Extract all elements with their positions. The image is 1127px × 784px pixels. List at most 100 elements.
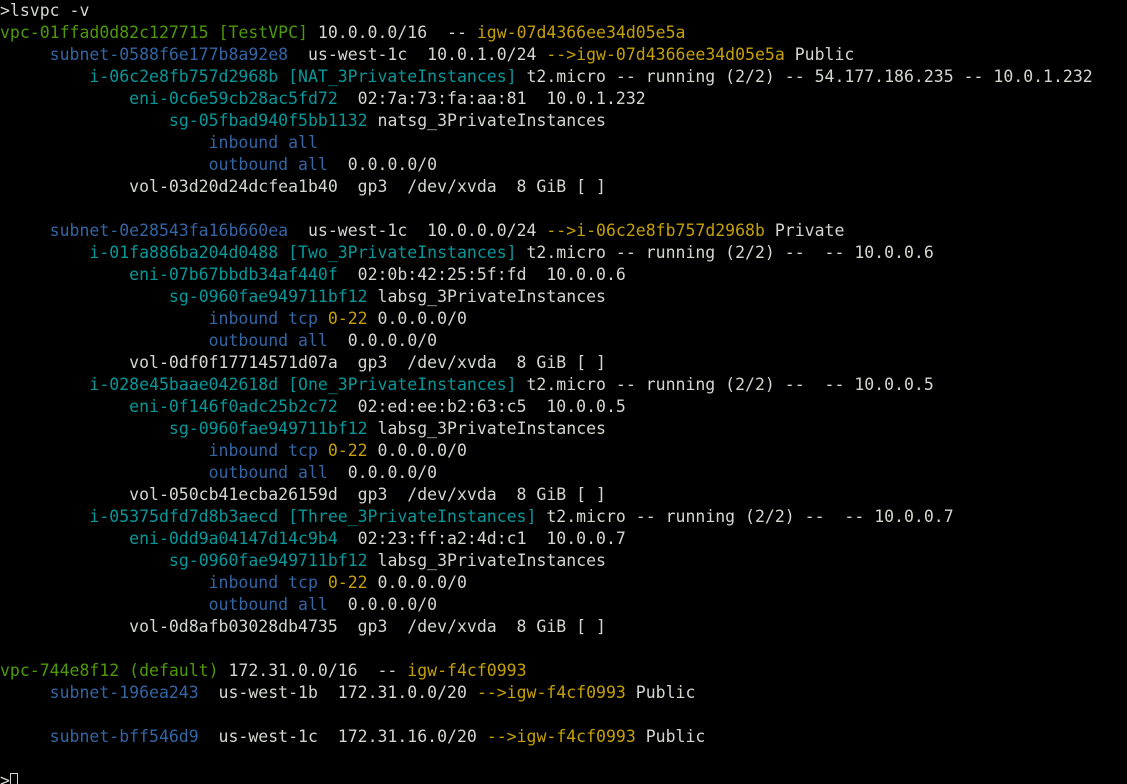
terminal-line: inbound tcp 0-22 0.0.0.0/0 [0, 440, 1127, 462]
terminal-text-segment: eni-0c6e59cb28ac5fd72 [129, 89, 338, 108]
terminal-text-segment: vpc-01ffad0d82c127715 [TestVPC] [0, 23, 308, 42]
terminal-text-segment: outbound all [208, 331, 328, 350]
terminal-line: subnet-0e28543fa16b660ea us-west-1c 10.0… [0, 220, 1127, 242]
terminal-line: inbound all [0, 132, 1127, 154]
terminal-text-segment: i-01fa886ba204d0488 [Two_3PrivateInstanc… [89, 243, 517, 262]
terminal-text-segment: 0.0.0.0/0 [367, 309, 467, 328]
terminal-text-segment: outbound all [208, 155, 328, 174]
terminal-text-segment: 172.31.0.0/16 -- [218, 661, 408, 680]
terminal-text-segment: vol-0df0f17714571d07a gp3 /dev/xvda 8 Gi… [0, 353, 606, 372]
terminal-line: subnet-196ea243 us-west-1b 172.31.0.0/20… [0, 682, 1127, 704]
terminal-text-segment: Public [625, 683, 696, 702]
cursor-block[interactable] [9, 773, 18, 784]
prompt-line[interactable]: > [0, 770, 1127, 784]
terminal-line: vol-050cb41ecba26159d gp3 /dev/xvda 8 Gi… [0, 484, 1127, 506]
terminal-text-segment: labsg_3PrivateInstances [367, 419, 607, 438]
terminal-text-segment: >lsvpc -v [0, 1, 90, 20]
terminal-line: vpc-01ffad0d82c127715 [TestVPC] 10.0.0.0… [0, 22, 1127, 44]
terminal-line: eni-0f146f0adc25b2c72 02:ed:ee:b2:63:c5 … [0, 396, 1127, 418]
terminal-line: vol-0df0f17714571d07a gp3 /dev/xvda 8 Gi… [0, 352, 1127, 374]
terminal-text-segment: vol-050cb41ecba26159d gp3 /dev/xvda 8 Gi… [0, 485, 606, 504]
terminal-text-segment: inbound all [208, 133, 318, 152]
terminal-text-segment: labsg_3PrivateInstances [367, 551, 607, 570]
terminal-line: subnet-bff546d9 us-west-1c 172.31.16.0/2… [0, 726, 1127, 748]
terminal-text-segment: eni-0dd9a04147d14c9b4 [129, 529, 338, 548]
terminal-text-segment: vol-0d8afb03028db4735 gp3 /dev/xvda 8 Gi… [0, 617, 606, 636]
terminal-text-segment: sg-0960fae949711bf12 [168, 287, 368, 306]
terminal-line: i-01fa886ba204d0488 [Two_3PrivateInstanc… [0, 242, 1127, 264]
terminal-line: sg-0960fae949711bf12 labsg_3PrivateInsta… [0, 286, 1127, 308]
prompt-symbol: > [0, 771, 10, 784]
terminal-line: i-05375dfd7d8b3aecd [Three_3PrivateInsta… [0, 506, 1127, 528]
terminal-text-segment: subnet-0588f6e177b8a92e8 [49, 45, 289, 64]
terminal-window[interactable]: >lsvpc -v vpc-01ffad0d82c127715 [TestVPC]… [0, 0, 1127, 784]
terminal-text-segment: eni-07b67bbdb34af440f [129, 265, 338, 284]
terminal-line: outbound all 0.0.0.0/0 [0, 594, 1127, 616]
terminal-text-segment: 0.0.0.0/0 [327, 595, 438, 614]
terminal-line: vpc-744e8f12 (default) 172.31.0.0/16 -- … [0, 660, 1127, 682]
terminal-text-segment: vol-03d20d24dcfea1b40 gp3 /dev/xvda 8 Gi… [0, 177, 606, 196]
terminal-text-segment: vpc-744e8f12 (default) [0, 661, 219, 680]
terminal-text-segment: t2.micro -- running (2/2) -- -- 10.0.0.6 [516, 243, 934, 262]
terminal-text-segment: labsg_3PrivateInstances [367, 287, 607, 306]
terminal-text-segment: -->i-06c2e8fb757d2968b [546, 221, 765, 240]
terminal-text-segment: subnet-bff546d9 [49, 727, 199, 746]
terminal-text-segment: 0.0.0.0/0 [367, 441, 467, 460]
terminal-text-segment: us-west-1c 10.0.0.0/24 [288, 221, 547, 240]
terminal-text-segment: sg-0960fae949711bf12 [168, 551, 368, 570]
terminal-text-segment: 0-22 [327, 573, 368, 592]
terminal-line: inbound tcp 0-22 0.0.0.0/0 [0, 308, 1127, 330]
terminal-text-segment: Public [635, 727, 706, 746]
terminal-line: vol-0d8afb03028db4735 gp3 /dev/xvda 8 Gi… [0, 616, 1127, 638]
terminal-text-segment: inbound tcp [208, 309, 318, 328]
terminal-text-segment: 0-22 [327, 441, 368, 460]
terminal-text-segment: 02:0b:42:25:5f:fd 10.0.0.6 [337, 265, 626, 284]
terminal-text-segment: us-west-1c 10.0.1.0/24 [288, 45, 547, 64]
terminal-text-segment: t2.micro -- running (2/2) -- -- 10.0.0.7 [536, 507, 954, 526]
terminal-text-segment: Public [784, 45, 855, 64]
terminal-line: sg-05fbad940f5bb1132 natsg_3PrivateInsta… [0, 110, 1127, 132]
terminal-line: eni-0c6e59cb28ac5fd72 02:7a:73:fa:aa:81 … [0, 88, 1127, 110]
terminal-line: eni-0dd9a04147d14c9b4 02:23:ff:a2:4d:c1 … [0, 528, 1127, 550]
terminal-text-segment: us-west-1c 172.31.16.0/20 [198, 727, 487, 746]
terminal-line: vol-03d20d24dcfea1b40 gp3 /dev/xvda 8 Gi… [0, 176, 1127, 198]
terminal-text-segment: i-028e45baae042618d [One_3PrivateInstanc… [89, 375, 517, 394]
terminal-text-segment: t2.micro -- running (2/2) -- -- 10.0.0.5 [516, 375, 934, 394]
terminal-text-segment: 02:7a:73:fa:aa:81 10.0.1.232 [337, 89, 646, 108]
terminal-text-segment: subnet-0e28543fa16b660ea [49, 221, 289, 240]
terminal-text-segment: t2.micro -- running (2/2) -- 54.177.186.… [516, 67, 1093, 86]
terminal-text-segment: us-west-1b 172.31.0.0/20 [198, 683, 477, 702]
terminal-text-segment: 0.0.0.0/0 [367, 573, 467, 592]
terminal-line: outbound all 0.0.0.0/0 [0, 154, 1127, 176]
terminal-text-segment: Private [764, 221, 845, 240]
terminal-text-segment: igw-f4cf0993 [407, 661, 527, 680]
terminal-text-segment: sg-05fbad940f5bb1132 [168, 111, 368, 130]
terminal-text-segment: 02:ed:ee:b2:63:c5 10.0.0.5 [337, 397, 626, 416]
terminal-text-segment: outbound all [208, 463, 328, 482]
terminal-text-segment: -->igw-07d4366ee34d05e5a [546, 45, 785, 64]
terminal-line: eni-07b67bbdb34af440f 02:0b:42:25:5f:fd … [0, 264, 1127, 286]
terminal-line: inbound tcp 0-22 0.0.0.0/0 [0, 572, 1127, 594]
terminal-line: >lsvpc -v [0, 0, 1127, 22]
